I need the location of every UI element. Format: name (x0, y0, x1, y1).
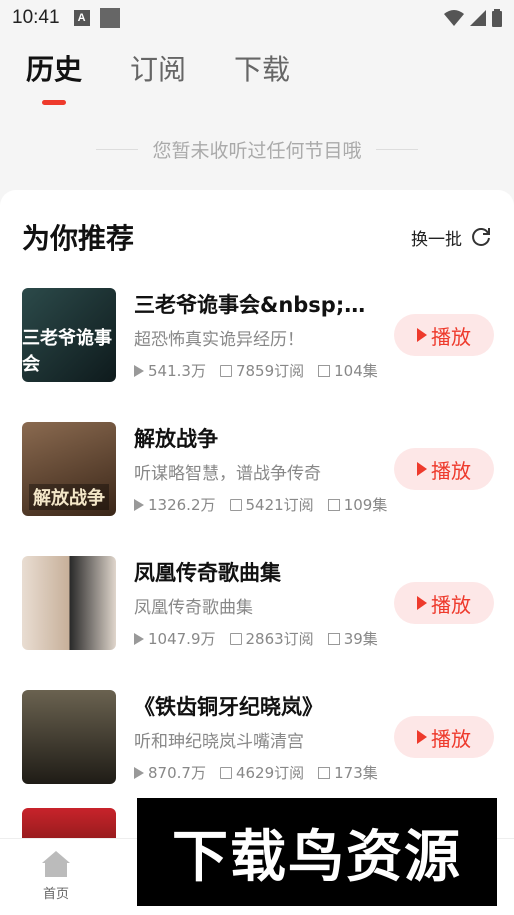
cover-image: 三老爷诡事会 (22, 288, 116, 382)
tab-download[interactable]: 下载 (234, 48, 290, 114)
item-desc: 超恐怖真实诡异经历！ (134, 330, 304, 350)
item-title: 解放战争 (134, 427, 218, 451)
item-desc: 凤凰传奇歌曲集 (134, 598, 253, 618)
item-stats: 541.3万 7859订阅 104集 (134, 360, 394, 381)
nav-home-label: 首页 (42, 887, 69, 902)
notification-a-icon: A (73, 10, 90, 26)
subs-count: 4629订阅 (235, 764, 305, 782)
refresh-button[interactable]: 换一批 (411, 225, 492, 250)
play-label: 播放 (431, 458, 471, 483)
cover-image (22, 690, 116, 784)
plays-count: 1047.9万 (148, 630, 216, 648)
plays-count: 870.7万 (148, 764, 206, 782)
episodes-count: 109集 (343, 496, 388, 514)
tab-history[interactable]: 历史 (26, 48, 82, 114)
episodes-icon (327, 632, 340, 645)
bookmark-icon (229, 632, 242, 645)
item-stats: 1326.2万 5421订阅 109集 (134, 494, 394, 515)
item-info: 三老爷诡事会&nbsp;多... 超恐怖真实诡异经历！ 541.3万 7859订… (134, 289, 394, 381)
recommend-title: 为你推荐 (22, 222, 135, 255)
bookmark-icon (219, 766, 232, 779)
refresh-label: 换一批 (411, 229, 462, 250)
episodes-icon (318, 766, 331, 779)
empty-note-text: 您暂未收听过任何节目哦 (152, 139, 362, 162)
item-desc: 听谋略智慧，谱战争传奇 (134, 464, 321, 484)
play-icon (417, 462, 427, 476)
recommend-list: 三老爷诡事会 三老爷诡事会&nbsp;多... 超恐怖真实诡异经历！ 541.3… (0, 260, 514, 804)
item-info: 解放战争 听谋略智慧，谱战争传奇 1326.2万 5421订阅 109集 (134, 423, 394, 515)
cover-text: 三老爷诡事会 (22, 328, 112, 375)
episodes-count: 39集 (343, 630, 378, 648)
item-info: 《铁齿铜牙纪晓岚》 听和珅纪晓岚斗嘴清宫 870.7万 4629订阅 173集 (134, 691, 394, 783)
play-label: 播放 (431, 726, 471, 751)
plays-icon (134, 364, 144, 377)
play-button[interactable]: 播放 (394, 314, 494, 356)
plays-icon (134, 632, 144, 645)
bookmark-icon (219, 364, 232, 377)
list-item[interactable]: 三老爷诡事会 三老爷诡事会&nbsp;多... 超恐怖真实诡异经历！ 541.3… (0, 268, 514, 402)
play-button[interactable]: 播放 (394, 582, 494, 624)
episodes-count: 104集 (334, 362, 378, 380)
item-stats: 1047.9万 2863订阅 39集 (134, 628, 394, 649)
plays-icon (134, 766, 144, 779)
item-title: 《铁齿铜牙纪晓岚》 (134, 695, 323, 719)
episodes-icon (327, 498, 340, 511)
subs-count: 5421订阅 (245, 496, 314, 514)
home-icon (42, 851, 70, 877)
refresh-icon (472, 228, 490, 246)
watermark-overlay: 下载鸟资源 (137, 798, 497, 906)
item-desc: 听和珅纪晓岚斗嘴清宫 (134, 732, 304, 752)
cover-image (22, 556, 116, 650)
recommend-header: 为你推荐 换一批 (0, 190, 514, 260)
top-tabs: 历史 订阅 下载 (0, 36, 514, 114)
subs-count: 2863订阅 (245, 630, 314, 648)
divider-right (375, 148, 418, 150)
signal-icon (470, 10, 486, 26)
recommend-card: 为你推荐 换一批 三老爷诡事会 三老爷诡事会&nbsp;多... 超恐怖真实诡异… (0, 190, 514, 840)
play-icon (417, 596, 427, 610)
plays-count: 1326.2万 (148, 496, 216, 514)
divider-left (96, 148, 139, 150)
play-icon (417, 328, 427, 342)
item-info: 凤凰传奇歌曲集 凤凰传奇歌曲集 1047.9万 2863订阅 39集 (134, 557, 394, 649)
list-item[interactable]: 《铁齿铜牙纪晓岚》 听和珅纪晓岚斗嘴清宫 870.7万 4629订阅 173集 … (0, 670, 514, 804)
list-item[interactable]: 凤凰传奇歌曲集 凤凰传奇歌曲集 1047.9万 2863订阅 39集 播放 (0, 536, 514, 670)
subs-count: 7859订阅 (235, 362, 305, 380)
item-title: 凤凰传奇歌曲集 (134, 561, 281, 585)
cover-image: 解放战争 (22, 422, 116, 516)
wifi-icon (444, 10, 464, 26)
episodes-count: 173集 (334, 764, 378, 782)
play-label: 播放 (431, 592, 471, 617)
play-label: 播放 (431, 324, 471, 349)
status-bar: 10:41 A (0, 0, 514, 36)
plays-icon (134, 498, 144, 511)
notification-square-icon (99, 8, 120, 28)
play-icon (417, 730, 427, 744)
play-button[interactable]: 播放 (394, 448, 494, 490)
item-title: 三老爷诡事会&nbsp;多... (134, 293, 384, 317)
cover-text: 解放战争 (29, 484, 109, 510)
plays-count: 541.3万 (148, 362, 206, 380)
episodes-icon (318, 364, 331, 377)
item-stats: 870.7万 4629订阅 173集 (134, 762, 394, 783)
empty-history-note: 您暂未收听过任何节目哦 (0, 114, 514, 184)
nav-home[interactable]: 首页 (36, 851, 76, 902)
tab-subscribe[interactable]: 订阅 (130, 48, 186, 114)
play-button[interactable]: 播放 (394, 716, 494, 758)
bookmark-icon (229, 498, 242, 511)
list-item[interactable]: 解放战争 解放战争 听谋略智慧，谱战争传奇 1326.2万 5421订阅 109… (0, 402, 514, 536)
battery-icon (492, 9, 502, 27)
status-time: 10:41 (12, 7, 60, 28)
